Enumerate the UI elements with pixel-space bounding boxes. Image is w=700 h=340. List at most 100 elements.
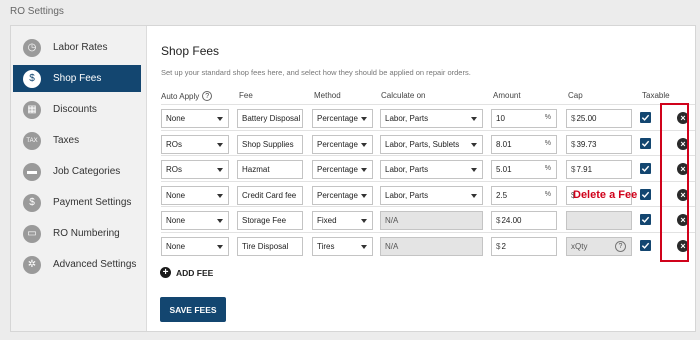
calculate-on-select: N/A [380, 211, 483, 230]
amount-input[interactable]: 8.01% [491, 134, 557, 154]
column-auto-apply-label: Auto Apply [161, 91, 200, 101]
fee-name-value: Storage Fee [242, 216, 287, 225]
cap-input[interactable]: $25.00 [566, 109, 632, 128]
sidebar: ◷ Labor Rates $ Shop Fees ▦ Discounts TAX Taxes… [11, 26, 147, 331]
taxable-checkbox[interactable] [640, 112, 651, 123]
chevron-down-icon [217, 168, 223, 172]
method-select[interactable]: Percentage [312, 109, 373, 128]
column-cap: Cap [568, 91, 583, 100]
checkmark-icon [641, 165, 650, 172]
method-select[interactable]: Tires [312, 236, 373, 256]
chevron-down-icon [217, 219, 223, 223]
amount-value: 24.00 [501, 216, 522, 225]
calculate-on-value: N/A [385, 241, 399, 251]
sidebar-item-label: Payment Settings [53, 197, 132, 208]
checkmark-icon [641, 140, 650, 147]
method-select[interactable]: Percentage [312, 160, 373, 179]
checkmark-icon [641, 191, 650, 198]
fee-name-input[interactable]: Shop Supplies [237, 134, 303, 154]
method-value: Percentage [317, 165, 358, 174]
fee-name-value: Shop Supplies [242, 139, 294, 149]
auto-apply-select[interactable]: ROs [161, 134, 229, 154]
cap-value: xQty [571, 241, 588, 251]
currency-symbol: $ [571, 114, 576, 123]
calculate-on-select[interactable]: Labor, Parts, Sublets [380, 134, 483, 154]
save-fees-button[interactable]: SAVE FEES [160, 297, 226, 322]
chevron-down-icon [361, 117, 367, 121]
amount-input[interactable]: 10% [491, 109, 557, 128]
fee-name-input[interactable]: Credit Card fee [237, 185, 303, 205]
taxable-checkbox[interactable] [640, 137, 651, 149]
method-select[interactable]: Percentage [312, 185, 373, 205]
sidebar-item-label: Labor Rates [53, 42, 108, 53]
method-select[interactable]: Percentage [312, 134, 373, 154]
sidebar-item-label: Taxes [53, 135, 80, 146]
sidebar-item-label: Shop Fees [53, 73, 102, 84]
column-fee: Fee [239, 91, 253, 100]
method-value: Tires [317, 241, 335, 251]
amount-input[interactable]: 2.5% [491, 185, 557, 205]
chevron-down-icon [217, 117, 223, 121]
amount-input[interactable]: 5.01% [491, 160, 557, 179]
checkmark-icon [641, 242, 650, 249]
auto-apply-select[interactable]: None [161, 109, 229, 128]
dollar-icon: $ [23, 193, 41, 212]
percent-unit: % [544, 114, 551, 121]
chevron-down-icon [217, 193, 223, 198]
auto-apply-select[interactable]: None [161, 211, 229, 230]
auto-apply-select[interactable]: ROs [161, 160, 229, 179]
fee-name-input[interactable]: Battery Disposal [237, 109, 303, 128]
auto-apply-select[interactable]: None [161, 236, 229, 256]
calculate-on-value: Labor, Parts [385, 165, 429, 174]
help-icon[interactable]: ? [615, 240, 626, 252]
help-icon[interactable]: ? [202, 91, 213, 101]
cap-input[interactable]: $39.73 [566, 134, 632, 154]
chevron-down-icon [471, 117, 477, 121]
auto-apply-select[interactable]: None [161, 185, 229, 205]
auto-apply-value: None [166, 114, 186, 123]
calculate-on-select[interactable]: Labor, Parts [380, 185, 483, 205]
table-row: ROs Shop Supplies Percentage Labor, Parts, … [161, 129, 695, 156]
calculate-on-value: Labor, Parts [385, 190, 429, 200]
add-fee-button[interactable]: + ADD FEE [160, 267, 213, 278]
checkmark-icon [641, 114, 650, 121]
taxable-checkbox[interactable] [640, 188, 651, 200]
column-calculate-on: Calculate on [381, 91, 426, 100]
fee-name-input[interactable]: Tire Disposal [237, 236, 303, 256]
method-select[interactable]: Fixed [312, 211, 373, 230]
percent-unit: % [544, 139, 551, 147]
fee-name-input[interactable]: Storage Fee [237, 211, 303, 230]
sidebar-item[interactable]: ◷ Labor Rates [13, 34, 141, 61]
sidebar-item[interactable]: ▬ Job Categories [13, 158, 141, 185]
delete-highlight-box [660, 103, 689, 262]
sidebar-item[interactable]: ▦ Discounts [13, 96, 141, 123]
taxable-checkbox[interactable] [640, 163, 651, 174]
settings-panel: ◷ Labor Rates $ Shop Fees ▦ Discounts TAX Taxes… [10, 25, 696, 332]
auto-apply-value: None [166, 241, 186, 251]
tax-icon: TAX [23, 131, 41, 150]
amount-value: 10 [496, 114, 505, 123]
amount-input[interactable]: $24.00 [491, 211, 557, 230]
currency-symbol: $ [571, 165, 576, 174]
cap-input[interactable]: $7.91 [566, 160, 632, 179]
calculate-on-select[interactable]: Labor, Parts [380, 160, 483, 179]
taxable-checkbox[interactable] [640, 239, 651, 251]
plus-circle-icon: + [160, 267, 171, 278]
currency-symbol: $ [496, 241, 501, 251]
window-title: RO Settings [10, 6, 64, 17]
sidebar-item[interactable]: TAX Taxes [13, 127, 141, 154]
fee-name-input[interactable]: Hazmat [237, 160, 303, 179]
calculate-on-select: N/A [380, 236, 483, 256]
sidebar-item[interactable]: ▭ RO Numbering [13, 220, 141, 247]
sidebar-item[interactable]: $ Payment Settings [13, 189, 141, 216]
table-row: None Tire Disposal Tires N/A $2 xQty? × [161, 231, 695, 258]
sidebar-item[interactable]: $ Shop Fees [13, 65, 141, 92]
table-row: None Battery Disposal Percentage Labor, Par… [161, 104, 695, 130]
taxable-checkbox[interactable] [640, 214, 651, 225]
chevron-down-icon [361, 219, 367, 223]
amount-input[interactable]: $2 [491, 236, 557, 256]
sidebar-item[interactable]: ✲ Advanced Settings [13, 251, 141, 278]
cap-value: 25.00 [576, 114, 597, 123]
chevron-down-icon [361, 168, 367, 172]
calculate-on-select[interactable]: Labor, Parts [380, 109, 483, 128]
